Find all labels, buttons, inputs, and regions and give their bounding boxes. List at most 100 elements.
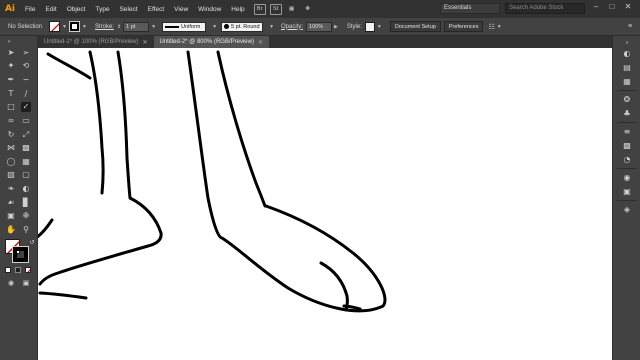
tab-untitled-1[interactable]: Untitled-1* @ 100% (RGB/Preview) ✕ [38, 36, 154, 48]
width-icon[interactable]: ⋈ [6, 143, 16, 153]
close-icon[interactable]: ✕ [258, 39, 263, 46]
variable-width-profile[interactable]: Uniform [162, 21, 207, 32]
collapse-icon[interactable]: « [2, 37, 16, 47]
direct-selection-icon[interactable]: ➢ [21, 48, 31, 58]
menu-view[interactable]: View [169, 6, 193, 13]
column-graph-icon[interactable]: ▊ [21, 198, 31, 208]
color-icon[interactable]: ◐ [621, 48, 633, 60]
graphic-styles-icon[interactable]: ▣ [621, 186, 633, 198]
symbols-icon[interactable]: ♣ [621, 108, 633, 120]
stroke-swatch[interactable] [68, 21, 80, 32]
selection-status: No Selection [8, 23, 43, 30]
stroke-icon[interactable]: ≡ [621, 126, 633, 138]
menu-type[interactable]: Type [90, 6, 114, 13]
selection-icon[interactable]: ➤ [6, 48, 16, 58]
menu-help[interactable]: Help [226, 6, 249, 13]
panel-dock: » ◐ ▤ ▦ ❂ ♣ ≡ ▩ ◔ ◉ ▣ ◈ [612, 36, 640, 360]
chevron-down-icon[interactable]: ▼ [82, 24, 87, 30]
stroke-swatch-large[interactable] [12, 246, 29, 263]
pen-icon[interactable]: ✒ [6, 75, 16, 85]
close-icon[interactable]: ✕ [622, 2, 634, 15]
arrange-icon[interactable]: ☷ [488, 23, 494, 31]
maximize-icon[interactable]: □ [606, 2, 618, 15]
brush-definition[interactable]: 5 pt. Round [221, 21, 264, 32]
menu-file[interactable]: File [20, 6, 40, 13]
menu-window[interactable]: Window [193, 6, 226, 13]
appearance-icon[interactable]: ◉ [621, 172, 633, 184]
menu-select[interactable]: Select [115, 6, 143, 13]
graphic-style-swatch[interactable] [364, 21, 375, 32]
bridge-button[interactable]: Br [253, 3, 266, 15]
paintbrush-icon[interactable]: ✓ [21, 102, 31, 112]
blend-icon[interactable]: ◐ [21, 184, 31, 194]
lasso-icon[interactable]: ⟲ [21, 61, 31, 71]
color-guide-icon[interactable]: ▤ [621, 62, 633, 74]
swatches-icon[interactable]: ▦ [621, 76, 633, 88]
type-icon[interactable]: T [6, 89, 16, 99]
artboard-icon[interactable]: ▣ [6, 211, 16, 221]
scale-icon[interactable]: ⤢ [21, 130, 31, 140]
minimize-icon[interactable]: – [590, 2, 602, 15]
symbol-sprayer-icon[interactable]: ☙ [6, 198, 16, 208]
document-setup-button[interactable]: Document Setup [389, 21, 441, 32]
stroke-label[interactable]: Stroke: [95, 24, 114, 30]
shape-builder-icon[interactable]: ◯ [6, 157, 16, 167]
swap-fill-stroke-icon[interactable]: ↺ [27, 238, 37, 248]
menu-object[interactable]: Object [62, 6, 91, 13]
line-segment-icon[interactable]: ∕ [21, 89, 31, 99]
color-mode-icon[interactable] [5, 267, 11, 273]
hand-icon[interactable]: ✋ [6, 225, 16, 235]
chevron-down-icon[interactable]: ▼ [62, 24, 67, 30]
stroke-path [38, 50, 163, 286]
chevron-down-icon[interactable]: ▼ [212, 24, 217, 30]
shaper-icon[interactable]: ∞ [6, 116, 16, 126]
eyedropper-icon[interactable]: ❧ [6, 184, 16, 194]
control-bar: No Selection ▼ ▼ Stroke: ⇕ 1 pt ▼ Unifor… [0, 18, 640, 36]
layers-icon[interactable]: ◈ [621, 204, 633, 216]
none-mode-icon[interactable] [25, 267, 31, 273]
gpu-performance-icon[interactable]: ✤ [302, 4, 314, 15]
rotate-icon[interactable]: ↻ [6, 130, 16, 140]
chevron-down-icon[interactable]: ▼ [151, 24, 156, 30]
chevron-down-icon[interactable]: ▼ [377, 24, 382, 30]
profile-label: Uniform [181, 23, 201, 30]
chevron-right-icon[interactable]: ▶ [334, 24, 338, 30]
eraser-icon[interactable]: ▭ [21, 116, 31, 126]
transparency-icon[interactable]: ◔ [621, 154, 633, 166]
opacity-field[interactable]: 100% [306, 21, 333, 32]
gradient-mode-icon[interactable] [15, 267, 21, 273]
opacity-label[interactable]: Opacity: [281, 24, 303, 30]
curvature-icon[interactable]: ∽ [21, 75, 31, 85]
menu-edit[interactable]: Edit [40, 6, 61, 13]
none-swatch-icon [51, 23, 60, 31]
stroke-weight-field[interactable]: 1 pt [123, 21, 150, 32]
mesh-icon[interactable]: ▧ [6, 170, 16, 180]
chevron-down-icon[interactable]: ▼ [497, 24, 502, 30]
panel-menu-icon[interactable]: ≡ [628, 23, 632, 30]
perspective-grid-icon[interactable]: ▦ [21, 157, 31, 167]
preferences-button[interactable]: Preferences [443, 21, 484, 32]
gradient-icon[interactable]: ▢ [21, 170, 31, 180]
search-input[interactable]: Search Adobe Stock [505, 3, 585, 14]
slice-icon[interactable]: ✙ [21, 211, 31, 221]
zoom-icon[interactable]: ⚲ [21, 225, 31, 235]
workspace-switcher[interactable]: Essentials [440, 3, 500, 14]
drawing-mode-icon[interactable]: ◉ [6, 278, 16, 288]
menu-effect[interactable]: Effect [143, 6, 170, 13]
arrange-documents-icon[interactable]: ▦ [286, 4, 298, 15]
tab-untitled-2[interactable]: Untitled-2* @ 800% (RGB/Preview) ✕ [153, 36, 269, 48]
document-tabs: Untitled-1* @ 100% (RGB/Preview) ✕ Untit… [38, 36, 612, 48]
free-transform-icon[interactable]: ▩ [21, 143, 31, 153]
close-icon[interactable]: ✕ [142, 39, 147, 46]
stroke-path [319, 261, 349, 312]
gradient-panel-icon[interactable]: ▩ [621, 140, 633, 152]
stroke-stepper-icon[interactable]: ⇕ [117, 24, 121, 30]
artboard-canvas[interactable] [38, 48, 612, 360]
fill-swatch[interactable] [49, 21, 61, 32]
screen-mode-icon[interactable]: ▣ [21, 278, 31, 288]
chevron-down-icon[interactable]: ▼ [269, 24, 274, 30]
rectangle-icon[interactable]: □ [6, 102, 16, 112]
stock-button[interactable]: St [269, 3, 282, 15]
brushes-icon[interactable]: ❂ [621, 94, 633, 106]
magic-wand-icon[interactable]: ✦ [6, 61, 16, 71]
